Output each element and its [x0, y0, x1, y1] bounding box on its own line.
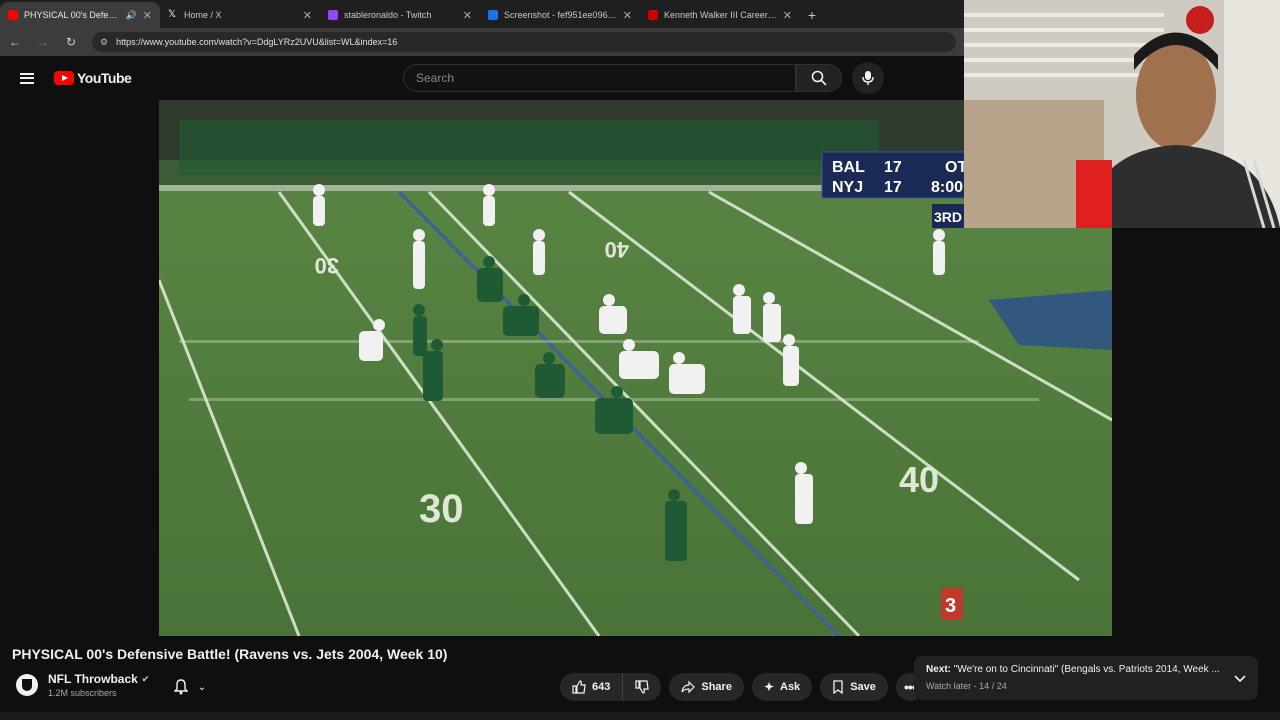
close-icon[interactable]: ✕: [463, 9, 472, 22]
url-text: https://www.youtube.com/watch?v=DdgLYRz2…: [116, 37, 398, 47]
corner-badge: 3: [945, 595, 956, 617]
speaker-icon[interactable]: 🔊: [126, 10, 137, 21]
screenshot-icon: [488, 10, 498, 20]
subscriber-count: 1.2M subscribers: [48, 688, 117, 698]
channel-info: NFL Throwback ✔ 1.2M subscribers: [16, 672, 149, 698]
channel-name[interactable]: NFL Throwback: [48, 672, 138, 686]
video-title: PHYSICAL 00's Defensive Battle! (Ravens …: [12, 646, 448, 662]
share-label: Share: [701, 681, 732, 693]
playlist-position: Watch later - 14 / 24: [926, 681, 1007, 691]
away-score: 17: [884, 159, 902, 176]
reload-icon[interactable]: ↻: [64, 35, 78, 49]
address-bar-row: ← → ↻ ⚙ https://www.youtube.com/watch?v=…: [0, 28, 964, 56]
site-settings-icon[interactable]: ⚙: [100, 37, 108, 48]
channel-avatar[interactable]: [16, 674, 38, 696]
bell-icon: [173, 679, 188, 695]
tab-title: Kenneth Walker III Career Stats: [664, 10, 777, 20]
webcam-feed: [964, 0, 1280, 228]
share-icon: [681, 680, 696, 694]
chevron-down-icon: ⌄: [197, 681, 207, 693]
like-button[interactable]: 643: [560, 673, 624, 701]
yard-number: 30: [419, 487, 464, 531]
chevron-down-icon[interactable]: [1234, 670, 1246, 688]
voice-search-button[interactable]: [852, 62, 884, 94]
tab-title: Home / X: [184, 10, 222, 20]
url-field[interactable]: ⚙ https://www.youtube.com/watch?v=DdgLYR…: [92, 32, 956, 52]
tab-title: PHYSICAL 00's Defensive Battle!: [24, 10, 120, 20]
close-icon[interactable]: ✕: [783, 9, 792, 22]
close-icon[interactable]: ✕: [303, 9, 312, 22]
home-score: 17: [884, 179, 902, 196]
away-team: BAL: [832, 159, 865, 176]
share-button[interactable]: Share: [669, 673, 744, 701]
browser-tab-youtube[interactable]: PHYSICAL 00's Defensive Battle! 🔊 ✕: [0, 2, 160, 28]
notification-bell-button[interactable]: ⌄: [164, 674, 216, 700]
sparkle-icon: ✦: [763, 680, 774, 694]
hamburger-menu-icon[interactable]: [0, 70, 54, 86]
game-clock: 8:00: [931, 179, 963, 196]
search-button[interactable]: [796, 64, 842, 92]
microphone-icon: [862, 71, 874, 85]
search-icon: [811, 70, 827, 86]
next-video-title: "We're on to Cincinnati" (Bengals vs. Pa…: [953, 664, 1220, 675]
x-icon: 𝕏: [168, 9, 177, 20]
dislike-button[interactable]: [623, 673, 662, 701]
logo-text: YouTube: [77, 70, 132, 86]
tab-title: Screenshot - fef951ee096158d: [504, 10, 617, 20]
verified-icon: ✔: [141, 673, 150, 684]
youtube-play-icon: [54, 71, 74, 85]
new-tab-button[interactable]: +: [800, 2, 824, 28]
youtube-icon: [8, 10, 18, 20]
next-prefix: Next:: [926, 664, 952, 675]
browser-tab-stats[interactable]: Kenneth Walker III Career Stats ✕: [640, 2, 800, 28]
next-video-card[interactable]: Next: "We're on to Cincinnati" (Bengals …: [914, 656, 1258, 700]
browser-tab-twitch[interactable]: stableronaldo - Twitch ✕: [320, 2, 480, 28]
tab-title: stableronaldo - Twitch: [344, 10, 432, 20]
close-icon[interactable]: ✕: [623, 9, 632, 22]
like-count: 643: [592, 681, 611, 693]
browser-tab-strip: PHYSICAL 00's Defensive Battle! 🔊 ✕ 𝕏 Ho…: [0, 0, 964, 28]
youtube-logo[interactable]: YouTube: [54, 70, 132, 86]
back-arrow-icon[interactable]: ←: [8, 35, 22, 49]
yard-number: 40: [899, 459, 939, 500]
youtube-header: YouTube Search: [0, 56, 964, 100]
home-team: NYJ: [832, 179, 863, 196]
shield-logo-icon: [22, 679, 32, 691]
webcam-overlay: [964, 0, 1280, 228]
down-indicator: 3RD: [934, 209, 962, 225]
ask-button[interactable]: ✦ Ask: [751, 673, 813, 701]
stats-site-icon: [648, 10, 658, 20]
page-bottom-edge: [0, 712, 1280, 720]
save-button[interactable]: Save: [820, 673, 888, 701]
search-input[interactable]: Search: [403, 64, 796, 92]
yard-number: 30: [315, 253, 339, 278]
yard-number: 40: [605, 237, 629, 262]
ask-label: Ask: [780, 681, 801, 693]
thumbs-up-icon: [572, 680, 586, 694]
save-label: Save: [850, 681, 876, 693]
search-placeholder: Search: [416, 71, 455, 85]
close-icon[interactable]: ✕: [143, 9, 152, 22]
action-buttons: 643 Share ✦ Ask Save •••: [560, 673, 924, 701]
thumbs-down-icon: [635, 680, 650, 694]
bookmark-icon: [833, 680, 843, 694]
browser-tab-screenshot[interactable]: Screenshot - fef951ee096158d ✕: [480, 2, 640, 28]
twitch-icon: [328, 10, 338, 20]
forward-arrow-icon[interactable]: →: [36, 35, 50, 49]
browser-tab-x[interactable]: 𝕏 Home / X ✕: [160, 2, 320, 28]
